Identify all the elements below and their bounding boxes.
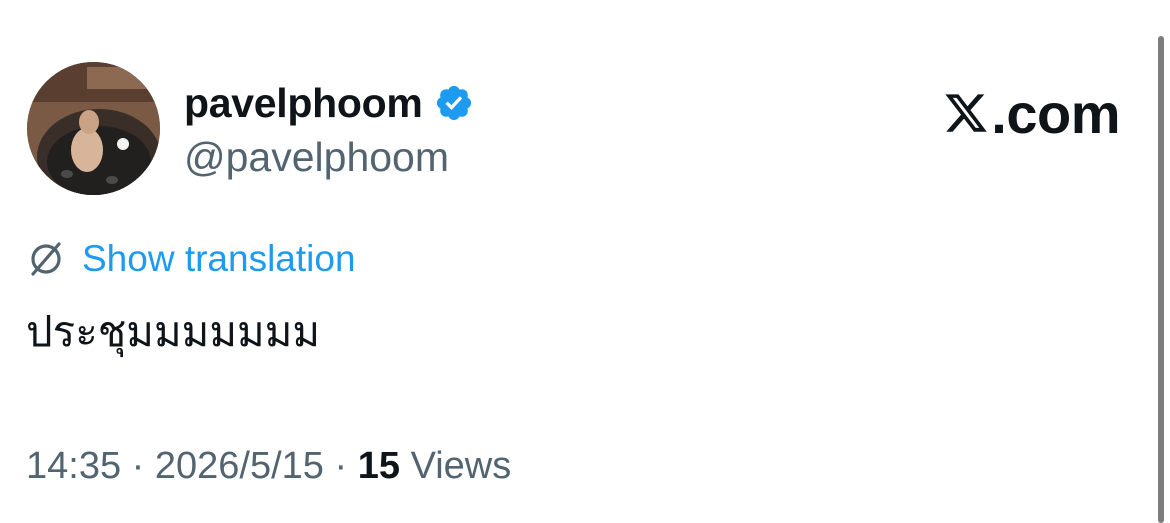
avatar[interactable]: [27, 62, 160, 195]
globe-icon: [26, 239, 66, 279]
tweet-text: ประชุมมมมมมม: [26, 307, 321, 356]
views-count: 15: [357, 445, 400, 487]
show-translation-button[interactable]: Show translation: [26, 236, 356, 282]
tweet-date[interactable]: 2026/5/15: [155, 445, 324, 487]
verified-badge-icon: [434, 83, 474, 123]
avatar-image: [27, 62, 160, 195]
author-handle[interactable]: @pavelphoom: [184, 132, 449, 182]
tweet-meta: 14:35 · 2026/5/15 · 15 Views: [26, 442, 511, 490]
tweet-time[interactable]: 14:35: [26, 445, 121, 487]
display-name[interactable]: pavelphoom: [184, 80, 423, 127]
meta-separator: ·: [121, 445, 155, 487]
brand-logo: .com: [943, 81, 1120, 145]
scrollbar[interactable]: [1158, 36, 1164, 523]
author-name-row: pavelphoom: [184, 78, 474, 128]
show-translation-label: Show translation: [82, 238, 356, 279]
views-label: Views: [410, 445, 512, 487]
meta-separator: ·: [323, 445, 358, 487]
brand-domain-text: .com: [991, 81, 1120, 145]
x-logo-icon: [943, 90, 989, 136]
